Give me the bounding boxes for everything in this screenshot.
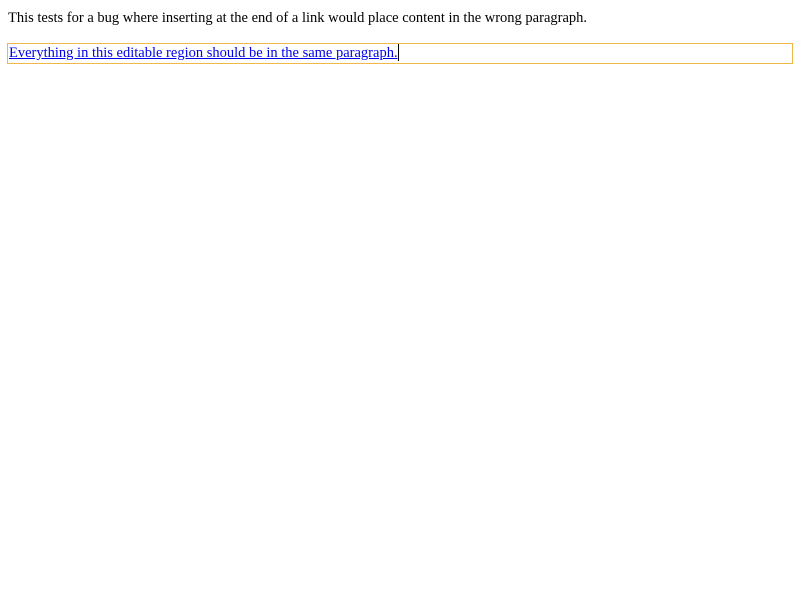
- text-caret: [397, 44, 399, 61]
- page: This tests for a bug where inserting at …: [0, 0, 800, 600]
- test-description: This tests for a bug where inserting at …: [8, 10, 588, 26]
- paragraph-link[interactable]: Everything in this editable region shoul…: [9, 45, 398, 61]
- editable-region[interactable]: Everything in this editable region shoul…: [7, 43, 793, 64]
- editable-paragraph[interactable]: Everything in this editable region shoul…: [8, 44, 792, 63]
